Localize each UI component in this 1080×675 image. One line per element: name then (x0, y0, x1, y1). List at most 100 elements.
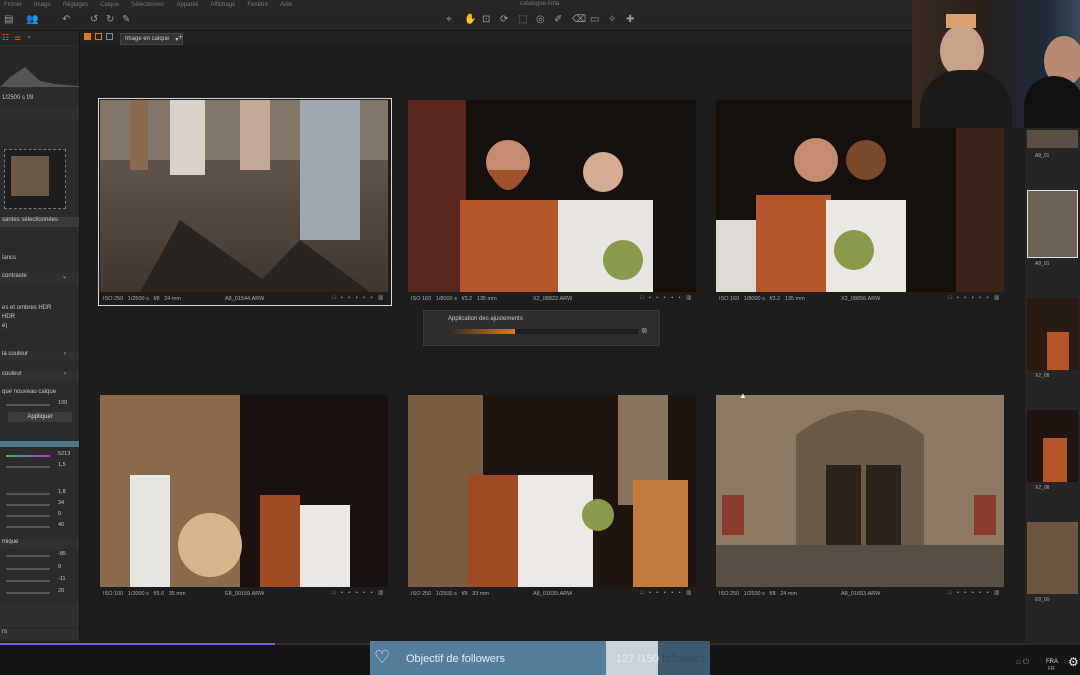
keystone-tool-icon[interactable]: ⬚ (518, 14, 527, 25)
sliders-tab-icon[interactable]: ⚌ (14, 33, 21, 42)
eraser-icon[interactable]: ⌫ (572, 14, 586, 25)
slider-9[interactable] (6, 580, 50, 582)
apply-button[interactable]: Appliquer (8, 412, 72, 422)
rating-dots[interactable]: □ • • • • • ▥ (640, 590, 693, 596)
menu-adjustments[interactable]: Réglages (63, 2, 88, 8)
slider-8[interactable] (6, 568, 50, 570)
filmstrip-thumb-2-figure (1047, 332, 1069, 370)
rating-dots[interactable]: □ • • • • • ▥ (948, 295, 1001, 301)
rotate-tool-icon[interactable]: ⟳ (500, 14, 508, 25)
filmstrip-thumb-4[interactable] (1027, 522, 1078, 594)
dynamic-header[interactable]: mique (0, 539, 79, 549)
cancel-icon[interactable]: ⊗ (641, 326, 648, 335)
brush-icon[interactable]: ✎ (122, 14, 130, 25)
filmstrip-thumb-0[interactable] (1027, 130, 1078, 148)
gradient-tool-icon[interactable]: ▭ (590, 14, 599, 25)
heal-tool-icon[interactable]: ✚ (626, 14, 634, 25)
menu-image[interactable]: Image (34, 2, 51, 8)
menu-help[interactable]: Aide (280, 2, 292, 8)
layer-thumbnail[interactable] (4, 149, 66, 209)
panel-header-layers[interactable] (0, 109, 79, 119)
cursor-tool-icon[interactable]: ⌖ (446, 14, 452, 25)
grid-view-icon[interactable] (84, 33, 91, 40)
slider-4[interactable] (6, 504, 50, 506)
photo-scene (716, 100, 1004, 292)
followers-goal-widget: ♡ Objectif de followers 127 /150 followe… (370, 641, 710, 675)
focal-value: 24 mm (164, 296, 182, 302)
people-icon[interactable]: 👥 (26, 14, 38, 25)
slider-5[interactable] (6, 515, 50, 517)
menu-camera[interactable]: Appareil (176, 2, 198, 8)
histogram-graph (0, 67, 79, 87)
thumbnail-5[interactable]: ISO 250 1/2500 s f/8 33 mm A8_01639.ARW … (408, 395, 698, 600)
new-layer-row[interactable]: que nouveau calque (0, 389, 79, 399)
slider-7[interactable] (6, 555, 50, 557)
pan-tool-icon[interactable]: ✋ (464, 14, 476, 25)
filmstrip-thumb-3[interactable] (1027, 410, 1078, 482)
spot-tool-icon[interactable]: ◎ (536, 14, 545, 25)
hdr-row-3[interactable]: e) (0, 323, 79, 333)
history-tab-icon[interactable]: ◔ (26, 33, 31, 42)
add-icon[interactable]: + (178, 32, 183, 42)
slider-3[interactable] (6, 493, 50, 495)
panel-header-a[interactable] (0, 605, 79, 615)
settings-gear-icon[interactable]: ⚙ (1068, 655, 1079, 669)
white-balance-row[interactable]: lancs (0, 255, 79, 265)
redo-icon[interactable]: ↻ (106, 14, 114, 25)
contrast-header[interactable]: contraste ⌄ (0, 273, 79, 283)
taskbar-status-icons[interactable]: ⌂ ⏻ (1016, 657, 1029, 667)
slider-10[interactable] (6, 592, 50, 594)
mask-brush-icon[interactable]: ✐ (554, 14, 562, 25)
thumbnail-3[interactable]: ISO 160 1/8000 s f/3.2 135 mm X2_08856.A… (716, 100, 1006, 305)
menu-view[interactable]: Affichage (210, 2, 235, 8)
window-title: catalogue-lmta (520, 1, 560, 7)
folder-icon[interactable]: ▤ (4, 14, 13, 25)
tint-slider[interactable] (6, 455, 50, 457)
adjustments-tab-icon[interactable]: ☷ (2, 33, 9, 42)
rating-dots[interactable]: □ • • • • • ▥ (332, 295, 385, 301)
crop-tool-icon[interactable]: ⊡ (482, 14, 490, 25)
layer-selected-row[interactable] (0, 441, 79, 447)
panel-header-b[interactable] (0, 617, 79, 627)
color-header-2[interactable]: couleur › (0, 371, 79, 381)
photo-image (100, 395, 388, 587)
compare-icon[interactable] (106, 33, 113, 40)
thumbnail-1[interactable]: ISO 250 1/2500 s f/8 24 mm A8_01544.ARW … (98, 98, 392, 306)
rating-dots[interactable]: □ • • • • • ▥ (332, 590, 385, 596)
menu-file[interactable]: Fichier (4, 2, 22, 8)
opacity-slider[interactable] (6, 404, 50, 406)
filmstrip-thumb-1[interactable] (1027, 190, 1078, 258)
viewer-icon[interactable] (95, 33, 102, 40)
slider-5-value: 0 (58, 511, 62, 517)
thumbnail-6[interactable]: ISO 250 1/2500 s f/8 24 mm A8_01653.ARW … (716, 395, 1006, 600)
slider-row-7[interactable]: -85 (0, 551, 79, 561)
menu-select[interactable]: Sélectionner (131, 2, 164, 8)
rating-dots[interactable]: □ • • • • • ▥ (640, 295, 693, 301)
slider-row-3[interactable]: 1,8 (0, 489, 79, 499)
view-mode-select[interactable]: Image en calque ▾ (120, 33, 184, 45)
language-indicator[interactable]: FRA (1046, 659, 1058, 665)
language-indicator-sub: FR (1048, 666, 1055, 672)
color-header[interactable]: la couleur › (0, 351, 79, 361)
rating-dots[interactable]: □ • • • • • ▥ (948, 590, 1001, 596)
slider-row-6[interactable]: 40 (0, 522, 79, 532)
slider-6[interactable] (6, 526, 50, 528)
slider-row-10[interactable]: 20 (0, 588, 79, 598)
slider-row-8[interactable]: 9 (0, 564, 79, 574)
slider-row-1[interactable]: 5213 (0, 451, 79, 461)
panel-header-c[interactable]: rs (0, 629, 79, 639)
menu-window[interactable]: Fenêtre (247, 2, 268, 8)
menu-layer[interactable]: Calque (100, 2, 119, 8)
thumbnail-4[interactable]: ISO 100 1/2000 s f/5.6 35 mm E8_00159.AR… (100, 395, 390, 600)
picker-tool-icon[interactable]: ✧ (608, 14, 616, 25)
filmstrip-thumb-2[interactable] (1027, 298, 1078, 370)
slider-row-9[interactable]: -11 (0, 576, 79, 586)
undo-icon[interactable]: ↺ (90, 14, 98, 25)
thumbnail-2[interactable]: ISO 160 1/8000 s f/3.2 135 mm X2_08822.A… (408, 100, 698, 305)
slider-row-5[interactable]: 0 (0, 511, 79, 521)
opacity-slider-row[interactable]: 100 (0, 400, 79, 410)
undo-history-icon[interactable]: ↶ (62, 14, 70, 25)
slider-row-4[interactable]: 34 (0, 500, 79, 510)
slider-2[interactable] (6, 466, 50, 468)
slider-row-2[interactable]: 1,5 (0, 462, 79, 472)
